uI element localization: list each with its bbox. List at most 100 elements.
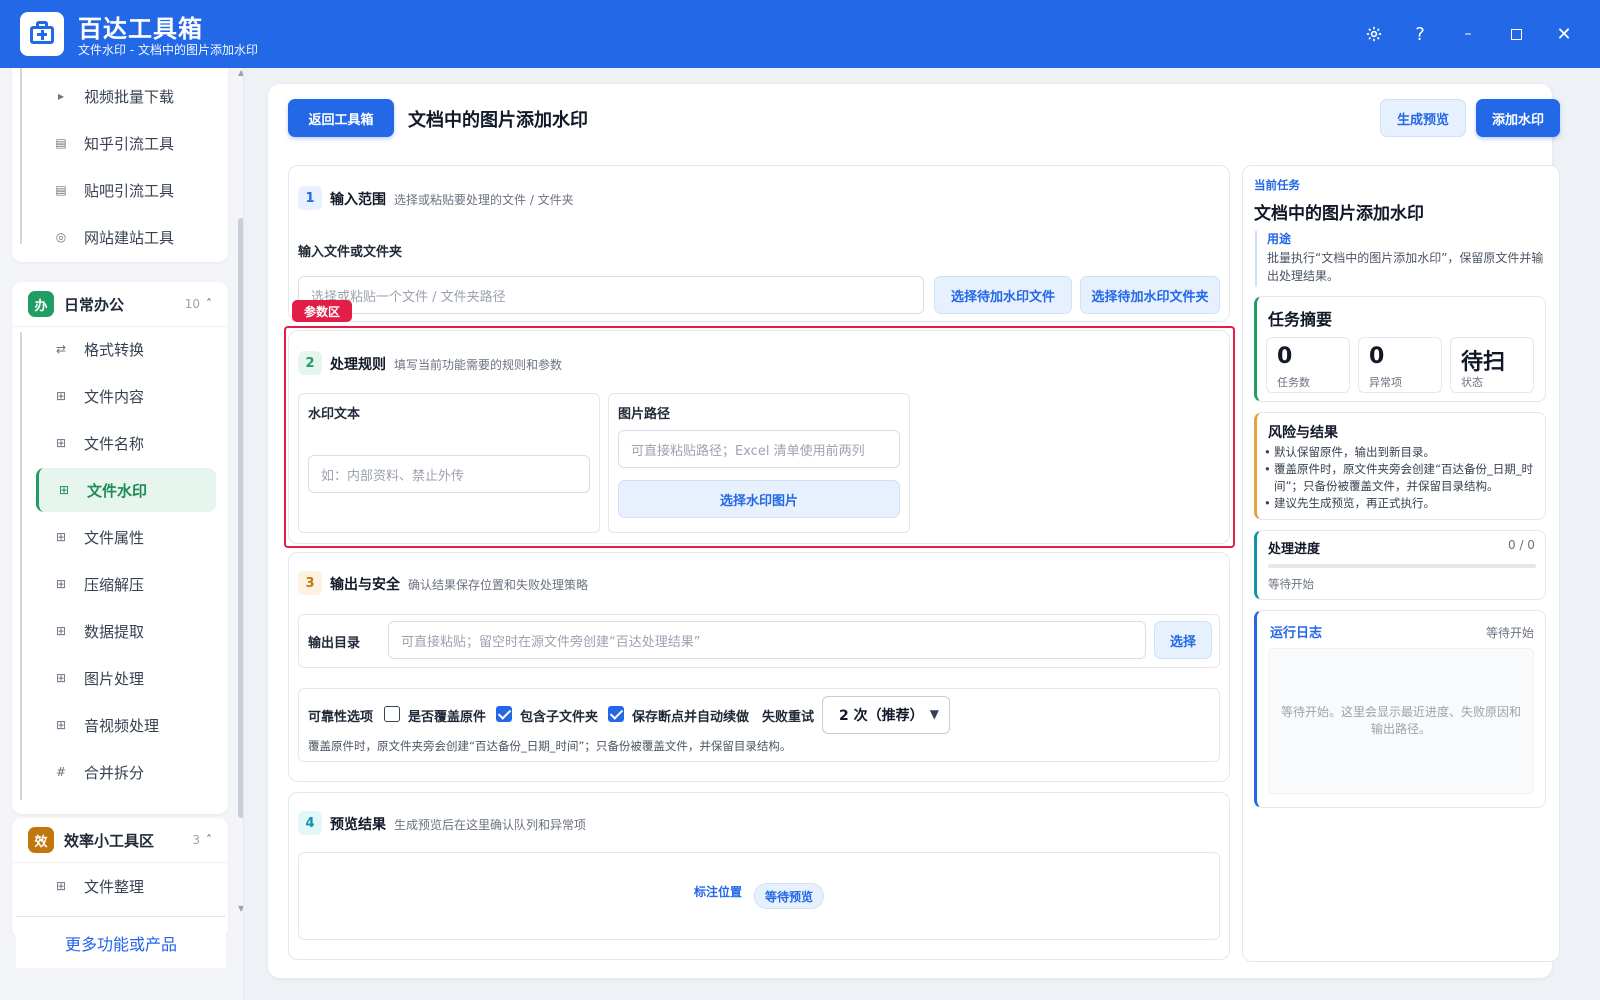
section-title: 预览结果 — [330, 817, 386, 833]
task-summary-title: 任务摘要 — [1268, 310, 1333, 329]
current-task-label: 当前任务 — [1254, 178, 1300, 192]
sidebar-item-compress[interactable]: ⊞ 压缩解压 — [36, 562, 216, 606]
sidebar-item-data-extract[interactable]: ⊞ 数据提取 — [36, 609, 216, 653]
current-task-title: 文档中的图片添加水印 — [1254, 204, 1424, 224]
select-output-dir-button[interactable]: 选择 — [1154, 621, 1212, 659]
overwrite-checkbox[interactable] — [384, 706, 400, 722]
minimize-icon[interactable]: – — [1454, 20, 1482, 48]
progress-status: 等待开始 — [1268, 577, 1314, 591]
reliability-label: 可靠性选项 — [308, 710, 374, 725]
preview-status-pill: 等待预览 — [754, 883, 824, 909]
grid-icon: ⊞ — [55, 718, 67, 732]
step-number: 3 — [298, 571, 322, 595]
output-dir-input[interactable]: 可直接粘贴；留空时在源文件旁创建“百达处理结果” — [388, 621, 1146, 659]
section-desc: 确认结果保存位置和失败处理策略 — [408, 578, 589, 592]
sidebar-scrollbar[interactable] — [238, 68, 243, 1000]
efficiency-badge-icon: 效 — [28, 827, 54, 853]
step-number: 2 — [298, 351, 322, 375]
sidebar-item-file-watermark[interactable]: ⊞ 文件水印 — [36, 468, 216, 512]
sidebar-item-file-attributes[interactable]: ⊞ 文件属性 — [36, 515, 216, 559]
overwrite-label[interactable]: 是否覆盖原件 — [408, 706, 486, 725]
include-subfolders-checkbox[interactable] — [496, 706, 512, 722]
image-path-input[interactable]: 可直接粘贴路径；Excel 清单使用前两列 — [618, 430, 900, 468]
risk-result-title: 风险与结果 — [1268, 425, 1338, 441]
grid-icon: ⊞ — [58, 483, 70, 497]
run-log-status: 等待开始 — [1486, 626, 1535, 640]
sidebar-group-header-office[interactable]: 办 日常办公 10 ˄ — [12, 282, 228, 326]
stat-task-count: 0 任务数 — [1266, 337, 1350, 393]
mark-position-label: 标注位置 — [694, 885, 743, 899]
sidebar-item-file-content[interactable]: ⊞ 文件内容 — [36, 374, 216, 418]
stat-exception-count: 0 异常项 — [1358, 337, 1442, 393]
watermark-text-label: 水印文本 — [308, 407, 361, 422]
play-icon: ▸ — [57, 89, 65, 103]
sidebar-item-merge-split[interactable]: # 合并拆分 — [36, 750, 216, 794]
section-title: 输出与安全 — [330, 577, 400, 593]
scroll-down-icon[interactable]: ▼ — [238, 904, 243, 913]
section-desc: 选择或粘贴要处理的文件 / 文件夹 — [394, 193, 574, 207]
add-watermark-button[interactable]: 添加水印 — [1476, 99, 1560, 137]
app-subtitle: 文件水印 - 文档中的图片添加水印 — [78, 43, 258, 57]
app-title: 百达工具箱 — [78, 15, 203, 43]
doc-icon: ▤ — [55, 183, 67, 197]
resume-label[interactable]: 保存断点并自动续做 — [632, 706, 749, 725]
section-title: 输入范围 — [330, 192, 386, 208]
progress-count: 0 / 0 — [1508, 538, 1535, 552]
sidebar-item-file-organize[interactable]: ⊞ 文件整理 — [36, 864, 216, 908]
include-subfolders-label[interactable]: 包含子文件夹 — [520, 706, 598, 725]
page-title: 文档中的图片添加水印 — [408, 110, 588, 131]
step-number: 1 — [298, 186, 322, 210]
output-dir-label: 输出目录 — [308, 636, 361, 651]
risk-item: 默认保留原件，输出到新目录。 — [1264, 444, 1536, 461]
watermark-text-input[interactable]: 如：内部资料、禁止外传 — [308, 455, 590, 493]
more-products-link[interactable]: 更多功能或产品 — [16, 916, 226, 968]
sidebar-group-header-efficiency[interactable]: 效 效率小工具区 3 ˄ — [12, 818, 228, 862]
sidebar: ▲ ▼ ▸ 视频批量下载 ▤ 知乎引流工具 ▤ 贴吧引流工具 ◎ 网站建站工具 … — [0, 68, 244, 1000]
progress-title: 处理进度 — [1268, 542, 1321, 557]
chevron-down-icon: ▼ — [929, 707, 939, 721]
sidebar-item-file-name[interactable]: ⊞ 文件名称 — [36, 421, 216, 465]
sidebar-item-image-process[interactable]: ⊞ 图片处理 — [36, 656, 216, 700]
retry-label: 失败重试 — [762, 710, 815, 725]
section-title: 处理规则 — [330, 357, 386, 373]
sidebar-item-tieba-tool[interactable]: ▤ 贴吧引流工具 — [36, 168, 216, 212]
grid-icon: ⊞ — [55, 624, 67, 638]
input-path-field[interactable]: 选择或粘贴一个文件 / 文件夹路径 — [298, 276, 924, 314]
office-badge-icon: 办 — [28, 291, 54, 317]
grid-icon: ⊞ — [55, 879, 67, 893]
reliability-note: 覆盖原件时，原文件夹旁会创建“百达备份_日期_时间”；只备份被覆盖文件，并保留目… — [308, 739, 792, 753]
select-watermark-image-button[interactable]: 选择水印图片 — [618, 480, 900, 518]
back-to-toolbox-button[interactable]: 返回工具箱 — [288, 99, 394, 137]
grid-icon: ⊞ — [55, 671, 67, 685]
grid-icon: ⊞ — [55, 436, 67, 450]
hash-icon: # — [55, 765, 67, 779]
param-area-tag: 参数区 — [292, 300, 352, 322]
section-desc: 填写当前功能需要的规则和参数 — [394, 358, 563, 372]
generate-preview-button[interactable]: 生成预览 — [1380, 99, 1466, 137]
sidebar-item-zhihu-tool[interactable]: ▤ 知乎引流工具 — [36, 121, 216, 165]
retry-select[interactable]: 2 次（推荐） ▼ — [822, 696, 950, 734]
chevron-up-icon[interactable]: ˄ — [206, 297, 212, 311]
section-desc: 生成预览后在这里确认队列和异常项 — [394, 818, 587, 832]
step-number: 4 — [298, 811, 322, 835]
sidebar-item-format-convert[interactable]: ⇄ 格式转换 — [36, 327, 216, 371]
doc-icon: ▤ — [55, 136, 67, 150]
select-folder-button[interactable]: 选择待加水印文件夹 — [1080, 276, 1220, 314]
close-icon[interactable]: ✕ — [1550, 20, 1578, 48]
chevron-up-icon[interactable]: ˄ — [206, 833, 212, 847]
title-bar: 百达工具箱 文件水印 - 文档中的图片添加水印 ? – ✕ — [0, 0, 1600, 68]
toolbox-logo-icon — [20, 12, 64, 56]
sidebar-item-video-download[interactable]: ▸ 视频批量下载 — [36, 74, 216, 118]
maximize-icon[interactable] — [1502, 20, 1530, 48]
select-files-button[interactable]: 选择待加水印文件 — [934, 276, 1072, 314]
help-icon[interactable]: ? — [1406, 20, 1434, 48]
settings-icon[interactable] — [1360, 20, 1388, 48]
purpose-label: 用途 — [1267, 232, 1292, 246]
sidebar-item-website-tool[interactable]: ◎ 网站建站工具 — [36, 215, 216, 259]
swap-icon: ⇄ — [55, 342, 67, 356]
run-log-content: 等待开始。这里会显示最近进度、失败原因和输出路径。 — [1268, 648, 1534, 794]
sidebar-item-av-process[interactable]: ⊞ 音视频处理 — [36, 703, 216, 747]
run-log-title: 运行日志 — [1270, 626, 1323, 641]
risk-item: 覆盖原件时，原文件夹旁会创建“百达备份_日期_时间”；只备份被覆盖文件，并保留目… — [1264, 461, 1536, 495]
resume-checkbox[interactable] — [608, 706, 624, 722]
